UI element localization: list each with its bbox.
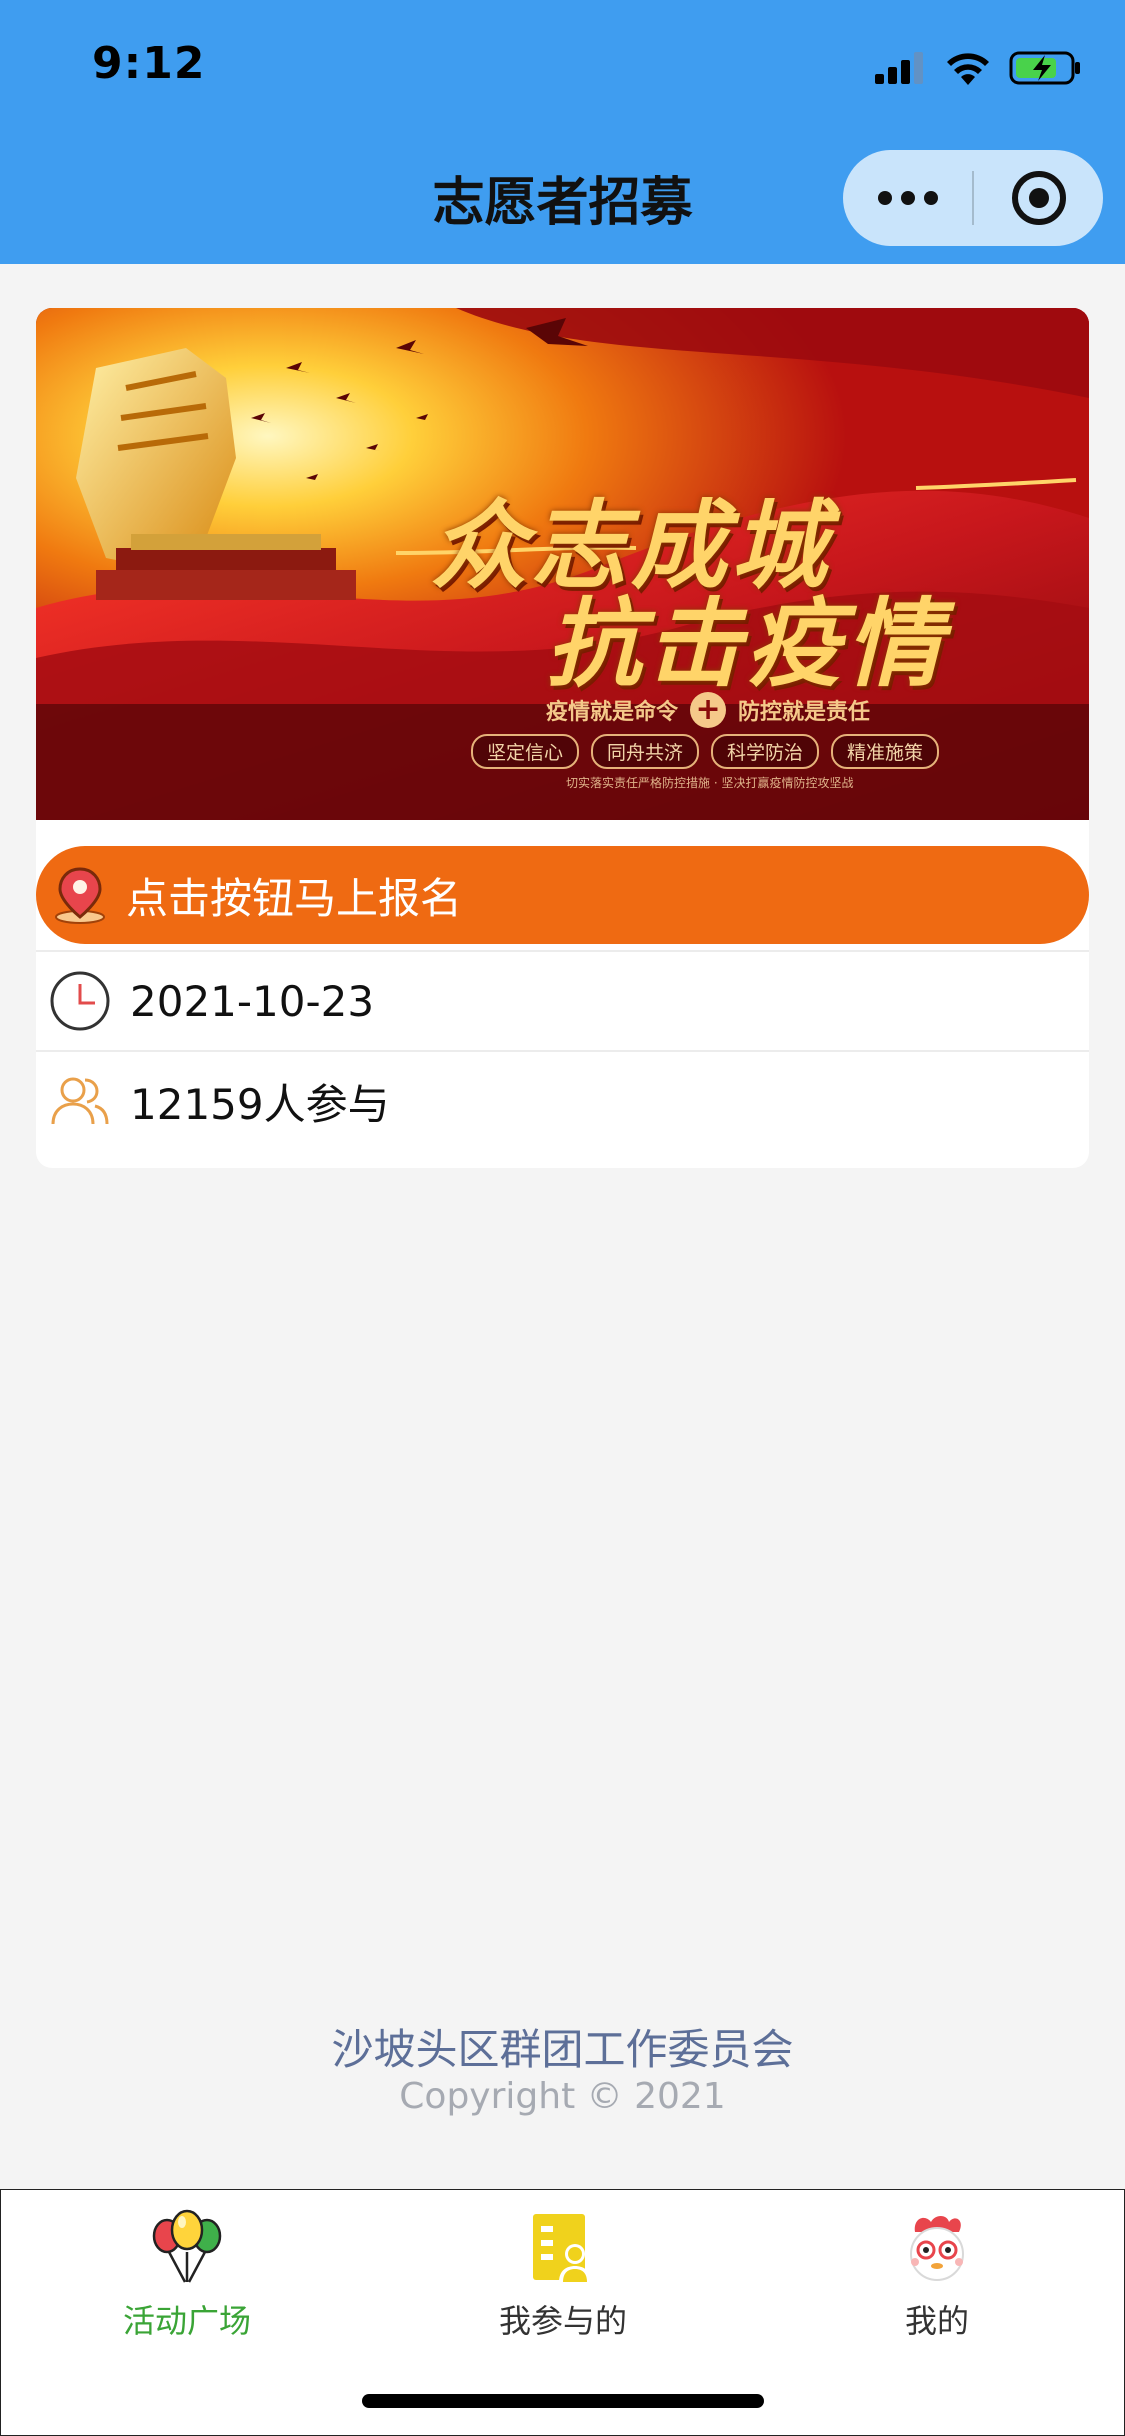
activity-card: 众志成城 抗击疫情 疫情就是命令 + 防控就是责任 坚定信心 同舟共济 科学防治…	[36, 308, 1089, 1168]
location-pin-icon	[50, 865, 110, 925]
participant-count: 12159人参与	[130, 1079, 390, 1129]
document-user-icon	[523, 2208, 603, 2288]
home-indicator[interactable]	[362, 2394, 764, 2408]
banner-tag: 同舟共济	[591, 734, 700, 769]
target-circle-icon[interactable]	[974, 150, 1103, 246]
users-icon	[48, 1069, 112, 1133]
tab-label: 活动广场	[122, 2302, 251, 2340]
copyright-text: Copyright © 2021	[399, 2076, 726, 2117]
header: 9:12 志愿者招募	[0, 0, 1125, 264]
mini-program-capsule	[843, 150, 1103, 246]
participants-row: 12159人参与	[36, 1050, 1089, 1150]
banner-slogan-left: 疫情就是命令	[546, 700, 679, 725]
tab-joined[interactable]: 我参与的	[433, 2208, 693, 2342]
banner-tag: 坚定信心	[471, 734, 580, 769]
signup-button-label: 点击按钮马上报名	[126, 873, 463, 923]
wifi-icon	[947, 53, 989, 85]
organization-name: 沙坡头区群团工作委员会	[331, 2025, 794, 2074]
tab-mine[interactable]: 我的	[807, 2208, 1067, 2342]
status-icons	[875, 46, 1081, 90]
status-time: 9:12	[92, 38, 206, 89]
banner-tag: 科学防治	[711, 734, 820, 769]
banner-slogan-right: 防控就是责任	[738, 700, 871, 725]
plus-icon: +	[690, 692, 727, 728]
event-date-row: 2021-10-23	[36, 950, 1089, 1050]
banner-tags: 坚定信心 同舟共济 科学防治 精准施策	[471, 734, 940, 769]
battery-charging-icon	[1009, 51, 1080, 85]
banner-slogan: 疫情就是命令 + 防控就是责任	[546, 692, 870, 728]
balloons-icon	[147, 2208, 227, 2288]
banner-footer-text: 切实落实责任严格防控措施 · 坚决打赢疫情防控攻坚战	[566, 776, 854, 790]
event-date: 2021-10-23	[130, 976, 375, 1026]
tab-label: 我的	[904, 2302, 969, 2340]
signup-button[interactable]: 点击按钮马上报名	[36, 846, 1089, 944]
more-dots-icon[interactable]	[843, 150, 972, 246]
banner-tag: 精准施策	[831, 734, 940, 769]
tab-label: 我参与的	[498, 2302, 627, 2340]
cartoon-face-icon	[897, 2208, 977, 2288]
banner-title-line2: 抗击疫情	[546, 587, 946, 700]
activity-banner[interactable]: 众志成城 抗击疫情 疫情就是命令 + 防控就是责任 坚定信心 同舟共济 科学防治…	[36, 308, 1089, 820]
clock-icon	[48, 969, 112, 1033]
signal-icon	[875, 52, 923, 84]
tab-activity-square[interactable]: 活动广场	[57, 2208, 317, 2342]
